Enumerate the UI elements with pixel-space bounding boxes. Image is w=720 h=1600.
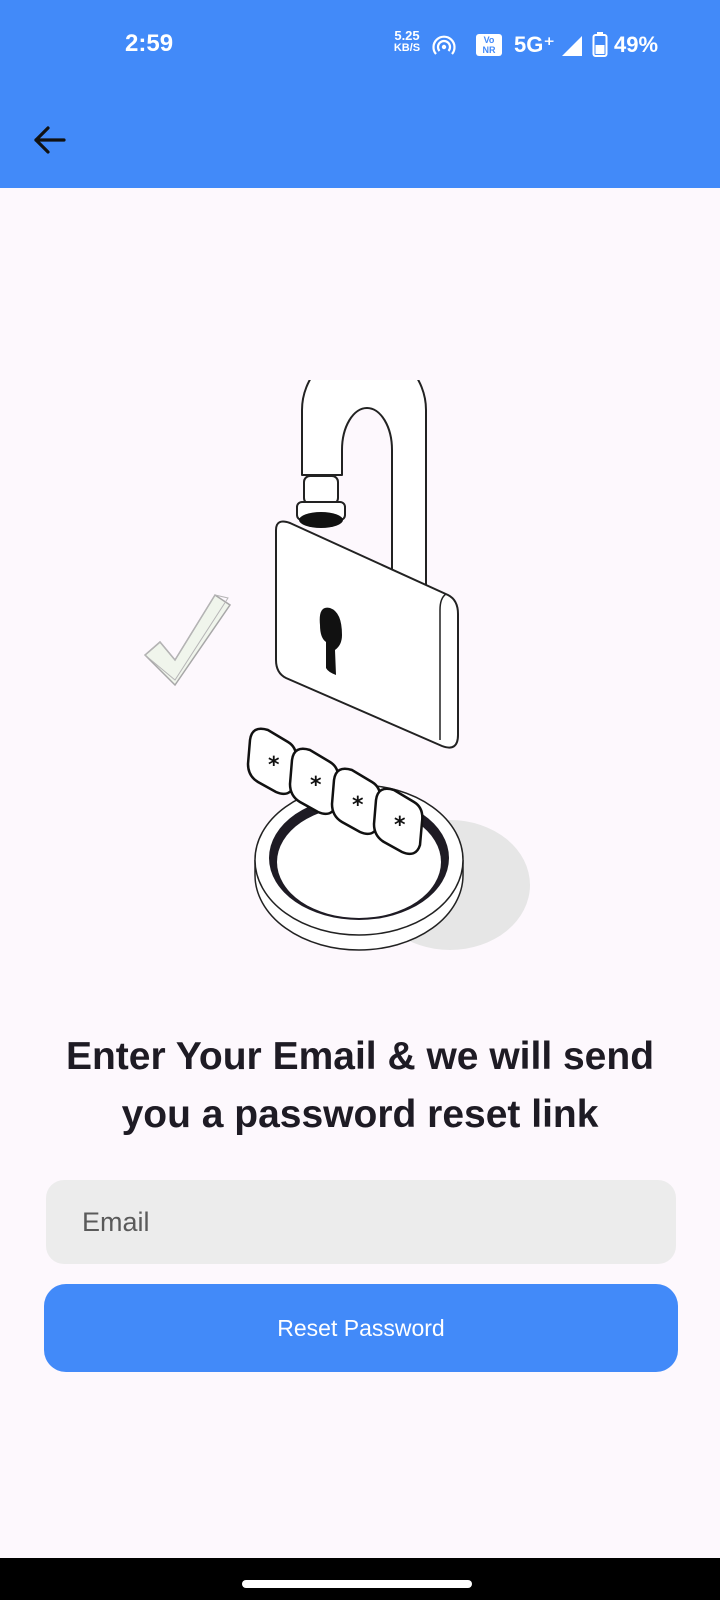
- padlock-body: [275, 520, 459, 749]
- vonr-badge: Vo NR: [476, 34, 502, 56]
- network-speed-unit: KB/S: [393, 42, 421, 54]
- back-button[interactable]: [28, 118, 72, 162]
- vonr-badge-top: Vo: [483, 35, 495, 45]
- password-char: *: [310, 773, 322, 798]
- status-icons: 5.25 KB/S Vo NR 5G⁺ 49%: [390, 28, 720, 62]
- network-speed-value: 5.25: [394, 28, 420, 43]
- signal-icon: [562, 36, 582, 56]
- email-field[interactable]: [46, 1180, 676, 1264]
- app-bar: 2:59 5.25 KB/S Vo NR 5G⁺ 49%: [0, 0, 720, 188]
- padlock-password-illustration: * * * *: [143, 380, 530, 951]
- status-time: 2:59: [125, 30, 174, 57]
- network-type: 5G⁺: [514, 32, 555, 57]
- password-char: *: [268, 753, 280, 778]
- home-gesture-pill[interactable]: [242, 1580, 472, 1588]
- battery-percentage: 49%: [614, 32, 659, 57]
- password-char: *: [394, 813, 406, 838]
- arrow-left-icon: [34, 126, 66, 154]
- password-char: *: [352, 793, 364, 818]
- checkmark-icon: [143, 593, 232, 687]
- vonr-badge-bottom: NR: [482, 45, 496, 55]
- page-title: Enter Your Email & we will send you a pa…: [65, 1035, 655, 1136]
- network-speed: 5.25 KB/S: [392, 28, 422, 54]
- navigation-bar: [0, 1558, 720, 1600]
- reset-password-button[interactable]: Reset Password: [44, 1284, 678, 1372]
- battery-icon: [592, 32, 608, 57]
- hotspot-icon: [432, 35, 456, 55]
